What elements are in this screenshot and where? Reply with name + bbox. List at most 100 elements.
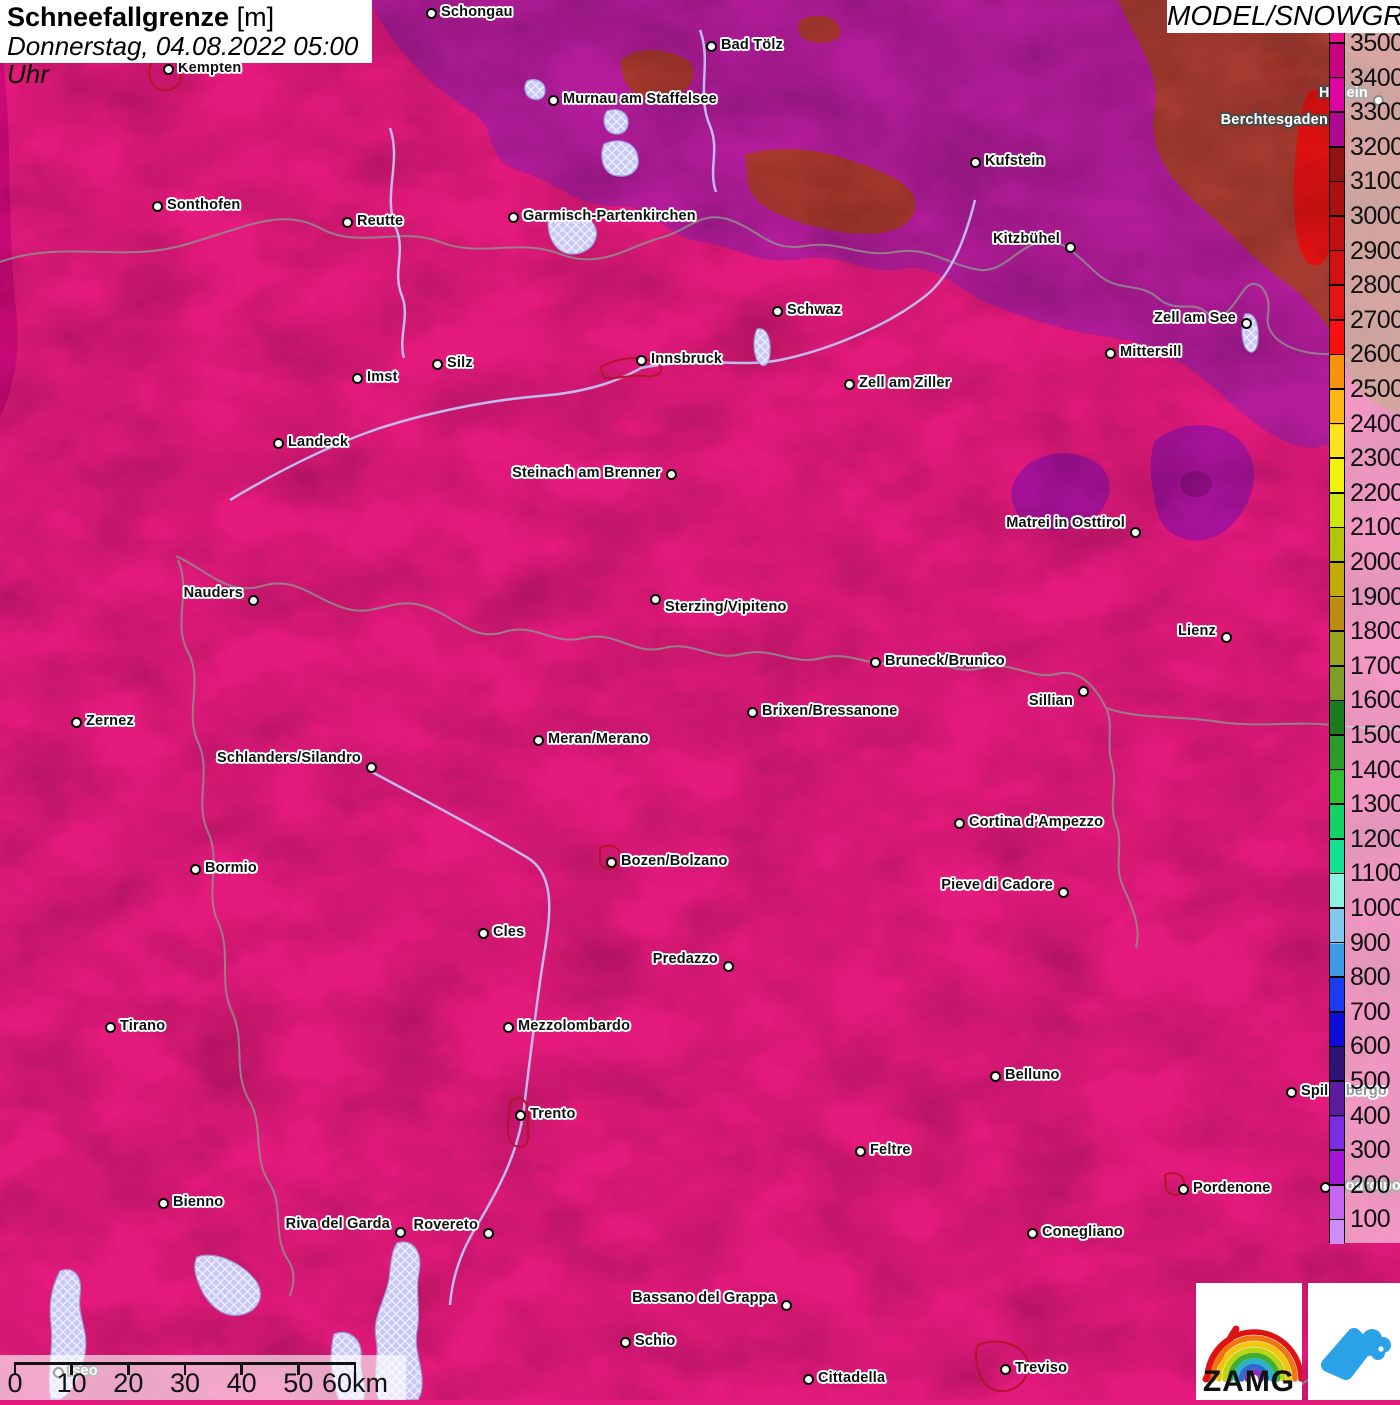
legend-segment [1330,493,1344,529]
legend-segment [1330,805,1344,840]
city-dot [999,1363,1011,1375]
city-label: Berchtesgaden [1220,112,1328,128]
city-label: Mezzolombardo [518,1018,631,1034]
legend-value: 2300 [1350,444,1400,473]
city-label: Schwaz [787,302,842,318]
city-dot [802,1373,814,1385]
city-label: Silz [447,355,473,371]
city-label: Schlanders/Silandro [216,750,361,766]
city-label: Bozen/Bolzano [621,853,728,869]
legend-segment [1330,1082,1344,1117]
legend-segment [1330,1151,1344,1186]
city-label: Garmisch-Partenkirchen [523,208,696,224]
city-label: Zell am See [1154,310,1236,326]
city-dot [247,594,259,606]
legend-tick [1329,838,1345,840]
legend-segment [1330,1116,1344,1152]
title-box: Schneefallgrenze [m] Donnerstag, 04.08.2… [0,0,372,88]
city-dot [1104,347,1116,359]
scalebar-label: 0 [7,1368,23,1398]
legend-segment [1330,217,1344,252]
snowgrid-logo [1308,1283,1400,1400]
legend-segment [1330,1012,1344,1048]
legend-value: 800 [1350,963,1391,992]
city-label: Steinach am Brenner [512,465,661,481]
legend-segment [1330,943,1344,979]
city-label: Bormio [205,860,257,876]
legend-tick [1329,803,1345,805]
legend-tick [1329,353,1345,356]
city-dot [649,593,661,605]
legend-tick [1329,665,1345,667]
city-dot [1240,317,1252,329]
city-label: Cortina d'Ampezzo [969,814,1104,830]
city-label: Zell am Ziller [859,375,951,391]
legend-tick [1329,111,1345,113]
city-dot [351,372,363,384]
city-dot [1026,1227,1038,1239]
city-label: Bassano del Grappa [632,1290,776,1306]
legend-tick [1329,1184,1345,1186]
city-dot [189,863,201,875]
city-dot [477,927,489,939]
city-label: Riva del Garda [285,1216,390,1232]
city-dot [157,1197,169,1209]
legend-tick [1329,941,1345,944]
city-label: Cles [493,924,525,940]
legend-tick [1329,1149,1345,1151]
legend-tick [1329,630,1345,632]
legend-value: 300 [1350,1136,1391,1165]
legend-segment [1330,666,1344,702]
city-dot [514,1109,526,1121]
legend-tick [1329,872,1345,875]
city-label: Schongau [441,4,513,20]
legend-tick [1329,595,1345,598]
city-dot [341,216,353,228]
legend-segment [1330,909,1344,944]
legend-value: 2500 [1350,375,1400,403]
legend-tick [1329,1218,1345,1221]
legend-segment [1330,528,1344,563]
city-dot [1057,886,1069,898]
city-dot [780,1299,792,1311]
legend-segment [1330,736,1344,771]
page-title: Schneefallgrenze [m] [7,3,372,32]
legend-value: 3200 [1350,132,1400,161]
city-label: Innsbruck [651,351,723,367]
scalebar-label: 40 [226,1368,257,1398]
legend-segment [1330,770,1344,806]
legend-value: 3100 [1350,167,1400,196]
legend-segment [1330,1185,1344,1221]
legend-value: 3500 [1350,29,1400,57]
legend-tick [1329,699,1345,702]
city-dot [869,656,881,668]
legend-segment [1330,424,1344,460]
city-dot [532,734,544,746]
city-label: Schio [635,1333,676,1349]
city-dot [605,856,617,868]
city-label: Matrei in Osttirol [1006,515,1125,531]
city-label: Belluno [1005,1067,1060,1083]
city-dot [953,817,965,829]
scalebar-label: 10 [56,1368,87,1398]
legend-segment [1330,1047,1344,1082]
legend-segment [1330,1220,1344,1244]
city-label: Sonthofen [167,197,241,213]
legend-tick [1329,319,1345,321]
legend-value: 400 [1350,1101,1391,1130]
legend-value: 900 [1350,928,1391,957]
legend-tick [1329,1080,1345,1082]
legend-value: 2900 [1350,236,1400,265]
legend-value: 2700 [1350,305,1400,334]
legend-value: 1300 [1350,790,1400,819]
legend-segment [1330,182,1344,217]
city-label: Zernez [86,713,134,729]
city-dot [989,1070,1001,1082]
scalebar-label: 50 [283,1368,314,1398]
legend-tick [1329,561,1345,563]
legend-segment [1330,874,1344,909]
legend-value: 3400 [1350,63,1400,92]
legend-tick [1329,249,1345,252]
city-dot [272,437,284,449]
legend-tick [1329,907,1345,909]
